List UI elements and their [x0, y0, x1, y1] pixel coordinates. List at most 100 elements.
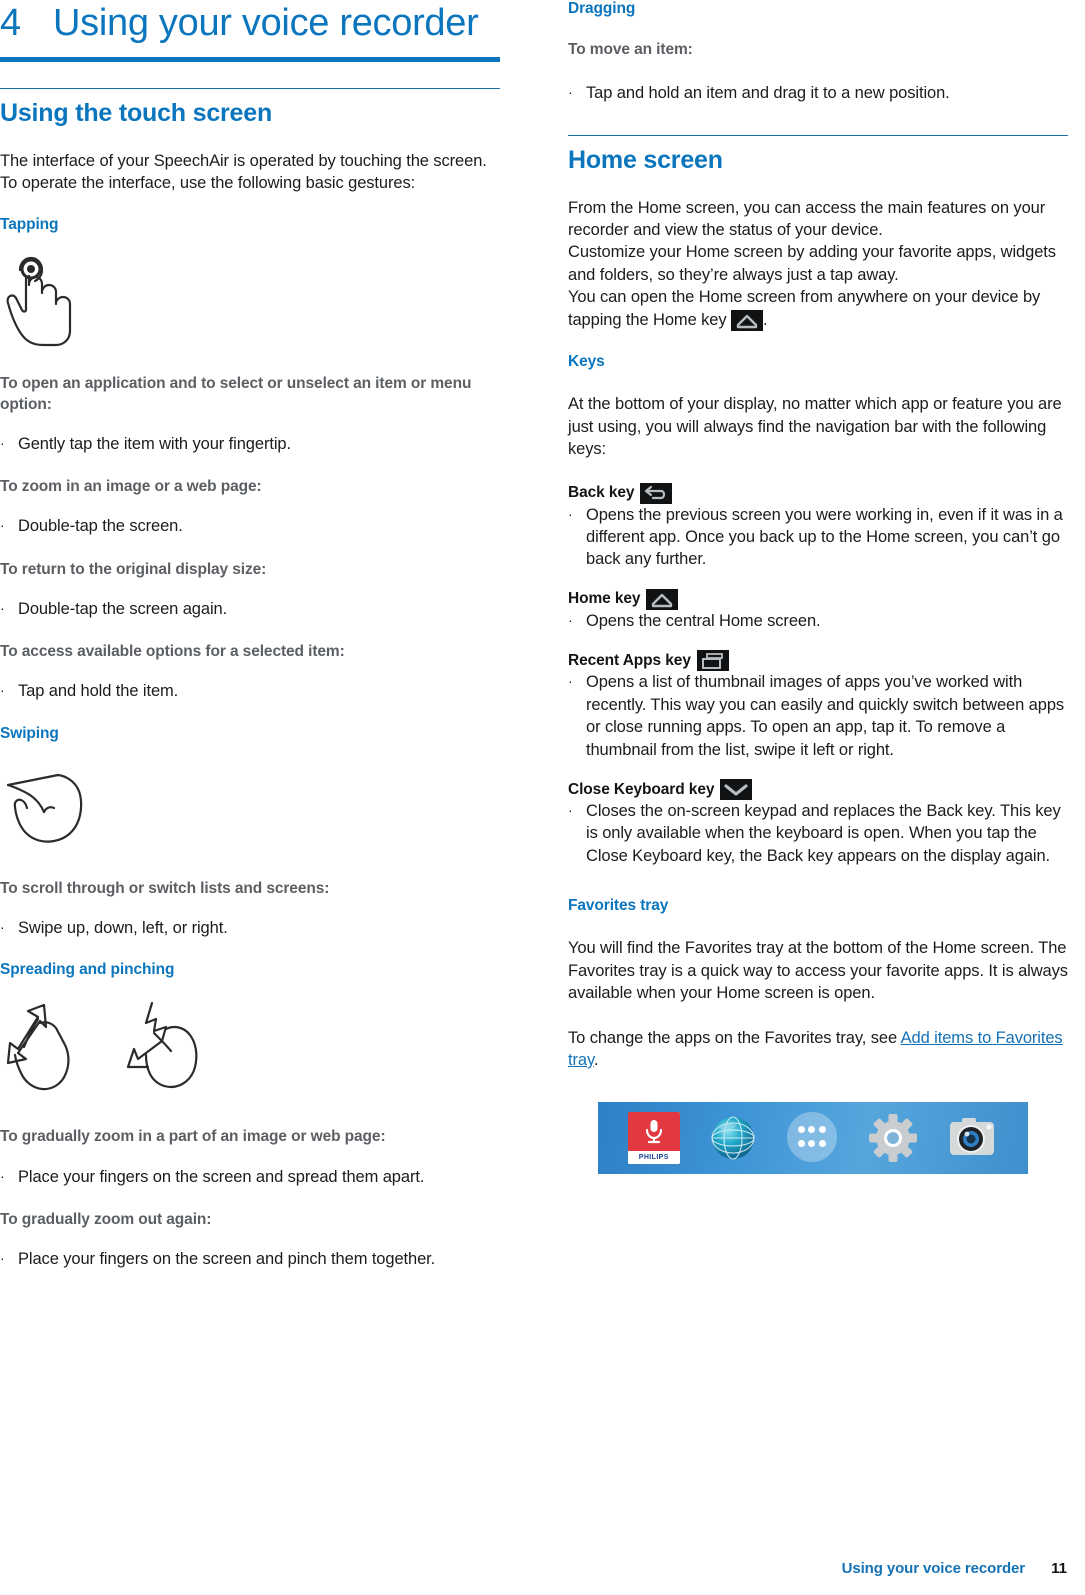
- touch-screen-intro: The interface of your SpeechAir is opera…: [0, 151, 487, 192]
- bullet-text: Place your fingers on the screen and pin…: [18, 1250, 436, 1269]
- app-drawer-icon[interactable]: [786, 1111, 839, 1164]
- key-label-text: Back key: [568, 484, 635, 502]
- bullet-dot: ·: [0, 919, 5, 936]
- favorites-tray-screenshot: PHILIPS: [598, 1101, 1028, 1174]
- key-label-text: Close Keyboard key: [568, 780, 715, 798]
- bullet-dot: ·: [0, 1250, 5, 1267]
- home-screen-paragraph: Customize your Home screen by adding you…: [568, 243, 1056, 284]
- footer-chapter-label: Using your voice recorder: [841, 1560, 1026, 1577]
- bullet-dot: ·: [568, 611, 573, 628]
- left-column: 4 Using your voice recorder Using the to…: [0, 0, 505, 1271]
- bullet-item: · Place your fingers on the screen and s…: [0, 1166, 505, 1188]
- chapter-heading: 4 Using your voice recorder: [0, 0, 505, 45]
- home-house-icon: [646, 588, 679, 610]
- task-label: To move an item:: [568, 41, 693, 58]
- link-sentence-after: .: [593, 1051, 599, 1070]
- philips-wordmark: PHILIPS: [627, 1150, 680, 1164]
- browser-globe-icon[interactable]: [707, 1112, 759, 1164]
- home-screen-paragraph: From the Home screen, you can access the…: [568, 198, 1046, 240]
- link-sentence-before: To change the apps on the Favorites tray…: [568, 1028, 898, 1047]
- key-label-home: Home key: [568, 588, 1068, 610]
- bullet-text: Tap and hold the item.: [18, 682, 179, 701]
- task-label: To return to the original display size:: [0, 560, 267, 578]
- subheading-spreading-pinching: Spreading and pinching: [0, 961, 175, 979]
- bullet-item: · Swipe up, down, left, or right.: [0, 917, 505, 939]
- bullet-text: Opens the previous screen you were worki…: [586, 505, 1063, 569]
- bullet-dot: ·: [0, 1167, 5, 1184]
- spread-pinch-illustrations: [0, 997, 505, 1097]
- subheading-tapping: Tapping: [0, 216, 59, 234]
- bullet-item: · Gently tap the item with your fingerti…: [0, 433, 505, 455]
- key-label-recent-apps: Recent Apps key: [568, 650, 1068, 672]
- bullet-text: Closes the on-screen keypad and replaces…: [586, 802, 1061, 865]
- task-label: To gradually zoom in a part of an image …: [0, 1128, 386, 1146]
- bullet-text: Gently tap the item with your fingertip.: [18, 434, 291, 453]
- bullet-text: Swipe up, down, left, or right.: [18, 919, 228, 938]
- back-arrow-icon: [640, 482, 673, 504]
- subheading-dragging: Dragging: [568, 0, 636, 17]
- home-screen-home-key-paragraph: You can open the Home screen from anywhe…: [568, 286, 1068, 331]
- task-label: To open an application and to select or …: [0, 375, 472, 413]
- bullet-item: · Place your fingers on the screen and p…: [0, 1248, 505, 1270]
- bullet-text: Double-tap the screen again.: [18, 599, 228, 618]
- bullet-text: Double-tap the screen.: [18, 517, 183, 536]
- key-label-back: Back key: [568, 482, 1068, 504]
- app-drawer-dot: [819, 1126, 827, 1134]
- spread-hand-illustration: [0, 997, 92, 1097]
- swipe-hand-illustration: [0, 757, 505, 853]
- task-label: To zoom in an image or a web page:: [0, 478, 262, 496]
- home-key-sentence-before: You can open the Home screen from anywhe…: [568, 288, 1041, 329]
- chapter-number: 4: [0, 2, 21, 44]
- section-title-touch-screen: Using the touch screen: [0, 98, 273, 127]
- favorites-tray-link-paragraph: To change the apps on the Favorites tray…: [568, 1027, 1068, 1072]
- bullet-item: · Opens the previous screen you were wor…: [568, 504, 1068, 571]
- key-label-text: Recent Apps key: [568, 651, 691, 669]
- home-key-sentence-after: .: [763, 310, 768, 329]
- section-title-home-screen: Home screen: [568, 145, 723, 174]
- favorites-tray-paragraph: You will find the Favorites tray at the …: [568, 939, 1068, 1003]
- chapter-title: Using your voice recorder: [53, 2, 479, 44]
- app-drawer-dot: [797, 1140, 805, 1148]
- bullet-dot: ·: [0, 599, 5, 616]
- pinch-hand-illustration: [122, 997, 214, 1097]
- camera-icon[interactable]: [946, 1112, 998, 1164]
- chevron-down-icon: [720, 779, 753, 801]
- document-page: 4 Using your voice recorder Using the to…: [0, 0, 1085, 1595]
- keys-intro: At the bottom of your display, no matter…: [568, 395, 1062, 459]
- task-label: To scroll through or switch lists and sc…: [0, 879, 330, 897]
- home-house-icon: [731, 309, 763, 331]
- bullet-text: Opens the central Home screen.: [586, 611, 821, 630]
- bullet-dot: ·: [568, 802, 573, 819]
- philips-voice-recorder-icon[interactable]: PHILIPS: [627, 1111, 680, 1164]
- bullet-text: Opens a list of thumbnail images of apps…: [586, 673, 1065, 759]
- settings-gear-icon[interactable]: [867, 1112, 919, 1164]
- bullet-item: · Double-tap the screen again.: [0, 598, 505, 620]
- app-drawer-dot: [808, 1140, 816, 1148]
- bullet-item: · Opens a list of thumbnail images of ap…: [568, 671, 1068, 761]
- bullet-dot: ·: [568, 84, 573, 101]
- bullet-item: · Double-tap the screen.: [0, 515, 505, 537]
- bullet-dot: ·: [0, 517, 5, 534]
- key-label-text: Home key: [568, 590, 641, 608]
- section-rule-thin: [0, 87, 500, 89]
- bullet-item: · Tap and hold an item and drag it to a …: [568, 82, 1068, 104]
- tap-hand-illustration: [0, 248, 505, 348]
- bullet-dot: ·: [568, 505, 573, 522]
- recent-apps-icon: [696, 650, 729, 672]
- bullet-item: · Closes the on-screen keypad and replac…: [568, 800, 1068, 867]
- subheading-favorites-tray: Favorites tray: [568, 897, 669, 915]
- bullet-text: Tap and hold an item and drag it to a ne…: [586, 84, 950, 103]
- app-drawer-dot: [797, 1126, 805, 1134]
- right-column: Dragging To move an item: · Tap and hold…: [568, 0, 1068, 1174]
- key-label-close-keyboard: Close Keyboard key: [568, 779, 1068, 801]
- subheading-swiping: Swiping: [0, 724, 59, 742]
- bullet-item: · Opens the central Home screen.: [568, 610, 1068, 632]
- bullet-text: Place your fingers on the screen and spr…: [18, 1167, 425, 1186]
- section-rule-home-screen: [568, 134, 1068, 136]
- footer-page-number: 11: [1051, 1560, 1067, 1577]
- bullet-dot: ·: [0, 434, 5, 451]
- app-drawer-dot: [808, 1126, 816, 1134]
- bullet-item: · Tap and hold the item.: [0, 680, 505, 702]
- app-drawer-dot: [819, 1140, 827, 1148]
- subheading-keys: Keys: [568, 353, 605, 371]
